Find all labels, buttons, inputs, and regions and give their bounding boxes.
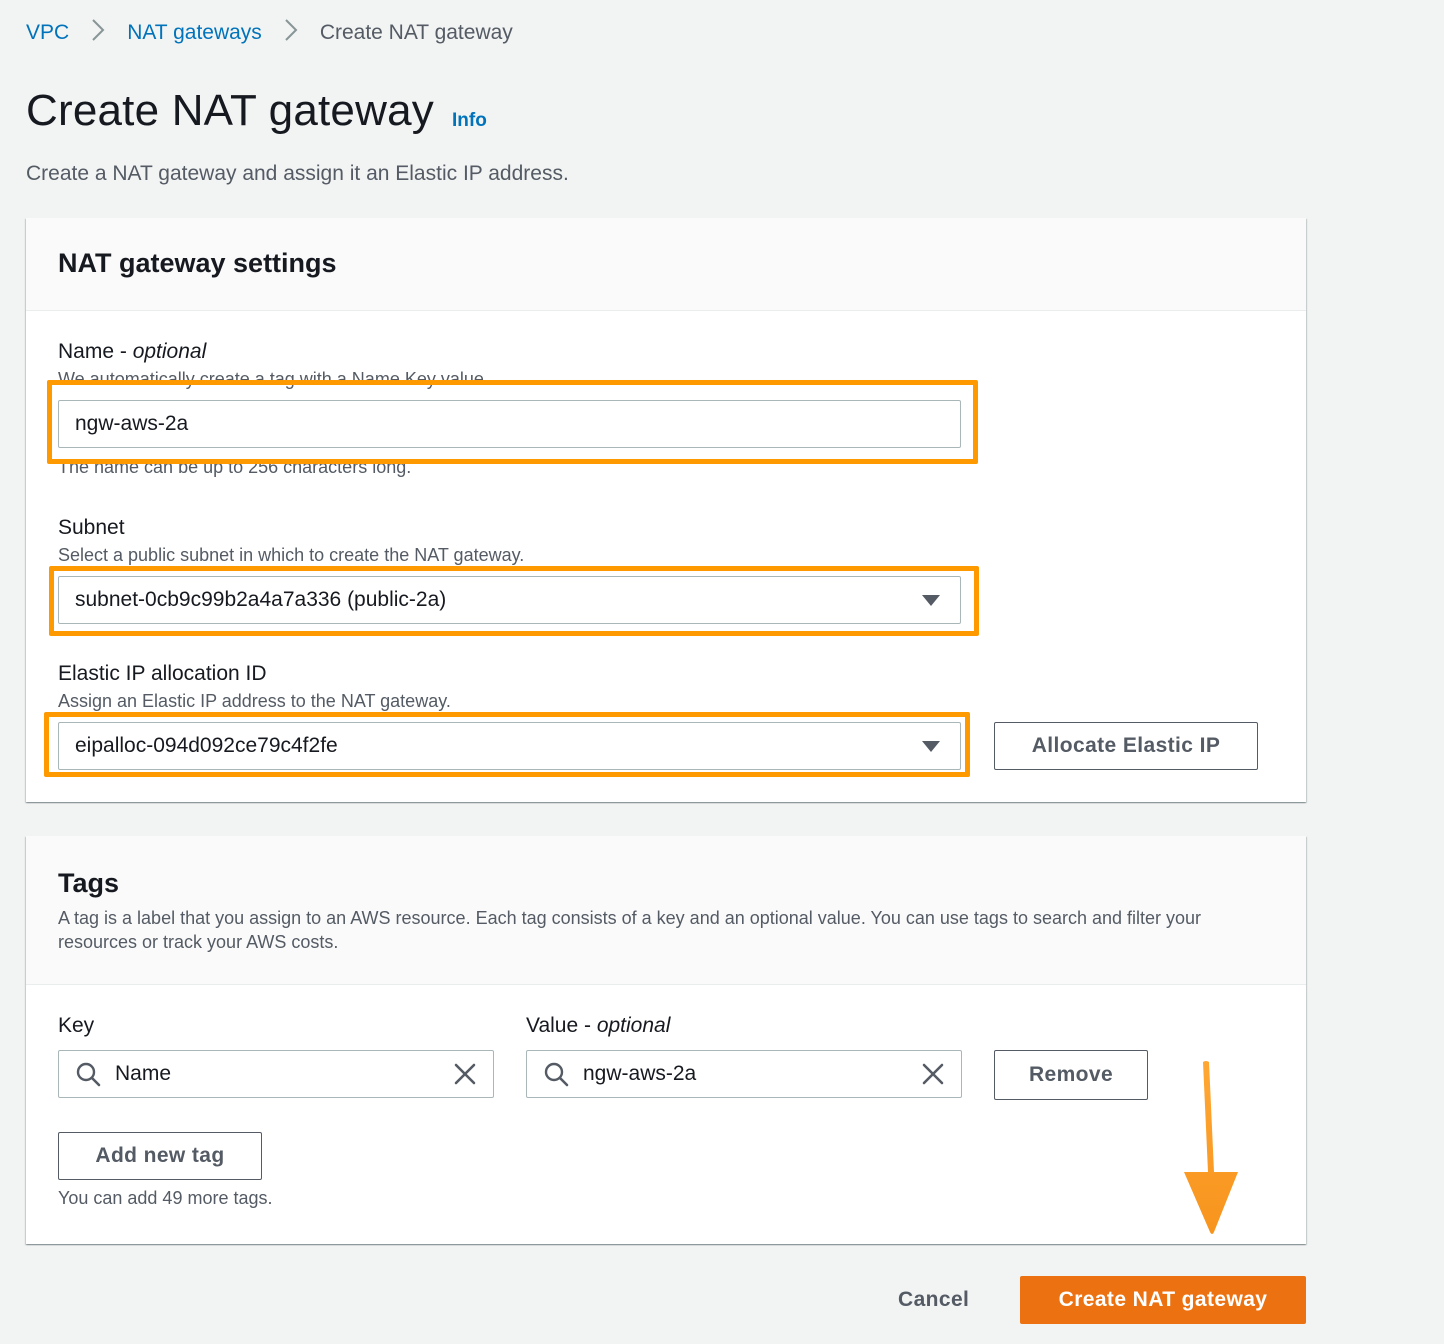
settings-panel-header: NAT gateway settings bbox=[26, 218, 1306, 311]
tags-panel-header: Tags A tag is a label that you assign to… bbox=[26, 836, 1306, 985]
subnet-hint: Select a public subnet in which to creat… bbox=[58, 545, 525, 565]
search-icon bbox=[544, 1062, 569, 1087]
tag-value-value: ngw-aws-2a bbox=[583, 1062, 697, 1085]
name-input[interactable]: ngw-aws-2a bbox=[58, 400, 961, 448]
subnet-highlight bbox=[49, 566, 979, 636]
breadcrumb-nat-gateways[interactable]: NAT gateways bbox=[127, 21, 262, 45]
breadcrumb-vpc[interactable]: VPC bbox=[26, 21, 69, 45]
settings-panel-title: NAT gateway settings bbox=[58, 248, 337, 278]
tag-key-label: Key bbox=[58, 1014, 95, 1037]
eip-highlight bbox=[44, 712, 970, 777]
eip-hint: Assign an Elastic IP address to the NAT … bbox=[58, 691, 451, 711]
page-title: Create NAT gateway bbox=[26, 86, 434, 135]
chevron-right-icon bbox=[284, 18, 298, 49]
remove-tag-button[interactable]: Remove bbox=[994, 1050, 1148, 1100]
breadcrumb: VPC NAT gateways Create NAT gateway bbox=[26, 18, 513, 48]
tags-remaining-text: You can add 49 more tags. bbox=[58, 1188, 273, 1208]
tag-value-label: Value - optional bbox=[526, 1014, 671, 1037]
tags-panel-description: A tag is a label that you assign to an A… bbox=[58, 908, 1202, 952]
tag-value-input[interactable]: ngw-aws-2a bbox=[526, 1050, 962, 1098]
cancel-button[interactable]: Cancel bbox=[898, 1288, 969, 1312]
page-description: Create a NAT gateway and assign it an El… bbox=[26, 162, 569, 185]
allocate-elastic-ip-button[interactable]: Allocate Elastic IP bbox=[994, 722, 1258, 770]
close-icon[interactable] bbox=[921, 1062, 945, 1086]
create-nat-gateway-button[interactable]: Create NAT gateway bbox=[1020, 1276, 1306, 1324]
chevron-right-icon bbox=[91, 18, 105, 49]
tag-key-input[interactable]: Name bbox=[58, 1050, 494, 1098]
name-input-value: ngw-aws-2a bbox=[75, 412, 189, 435]
info-link[interactable]: Info bbox=[452, 110, 487, 132]
search-icon bbox=[76, 1062, 101, 1087]
subnet-label: Subnet bbox=[58, 516, 125, 539]
add-new-tag-button[interactable]: Add new tag bbox=[58, 1132, 262, 1180]
tag-key-value: Name bbox=[115, 1062, 172, 1085]
eip-label: Elastic IP allocation ID bbox=[58, 662, 267, 685]
name-label: Name - optional bbox=[58, 340, 207, 363]
tags-panel: Tags A tag is a label that you assign to… bbox=[26, 836, 1306, 1244]
tags-panel-title: Tags bbox=[58, 868, 120, 898]
close-icon[interactable] bbox=[453, 1062, 477, 1086]
breadcrumb-current: Create NAT gateway bbox=[319, 21, 513, 44]
arrow-down-icon bbox=[1184, 1061, 1238, 1234]
